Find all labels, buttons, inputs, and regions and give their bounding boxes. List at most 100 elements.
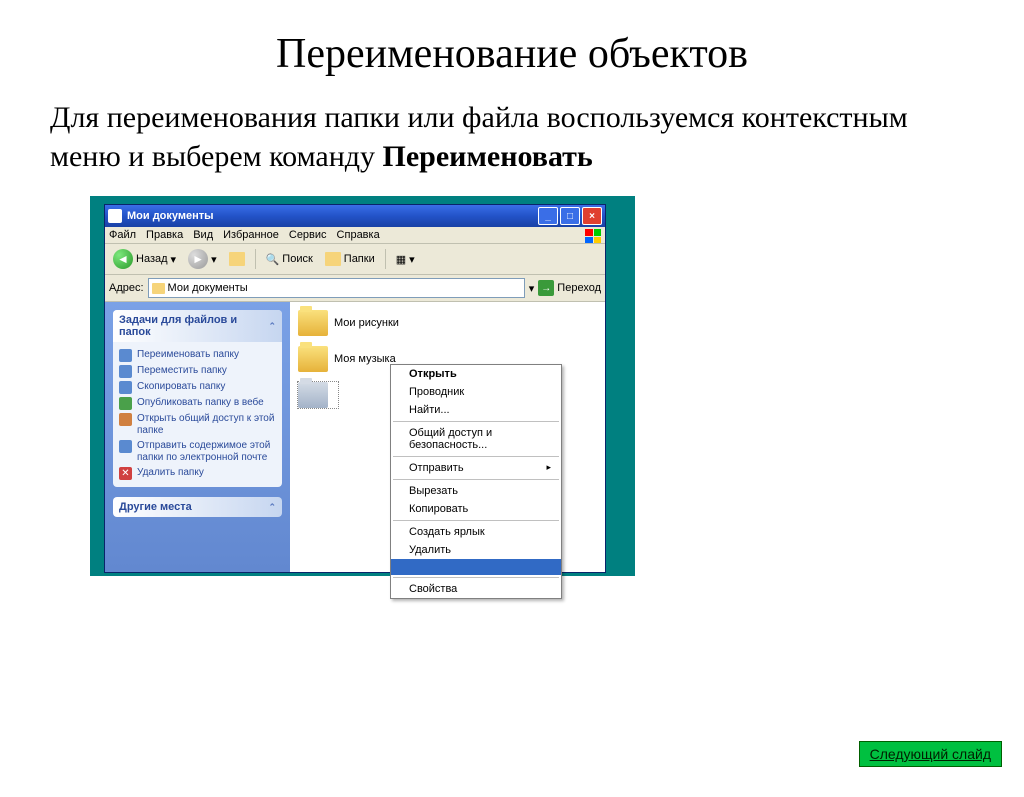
window-buttons: _ □ × xyxy=(538,207,602,225)
window-icon xyxy=(108,209,122,223)
menu-favorites[interactable]: Избранное xyxy=(223,229,279,241)
menu-file[interactable]: Файл xyxy=(109,229,136,241)
task-label: Опубликовать папку в вебе xyxy=(137,397,264,409)
ctx-share[interactable]: Общий доступ и безопасность... xyxy=(391,424,561,454)
ctx-divider xyxy=(393,479,559,480)
menu-tools[interactable]: Сервис xyxy=(289,229,327,241)
presentation-slide: Переименование объектов Для переименован… xyxy=(0,30,1024,797)
places-panel-header[interactable]: Другие места ⌃ xyxy=(113,497,282,517)
folder-label: Мои рисунки xyxy=(334,317,399,329)
email-icon xyxy=(119,440,132,453)
screenshot-container: Мои документы _ □ × Файл Правка Вид Избр… xyxy=(90,196,635,576)
task-delete[interactable]: ✕Удалить папку xyxy=(119,467,276,480)
up-button[interactable] xyxy=(225,250,249,268)
address-value: Мои документы xyxy=(168,282,248,294)
views-button[interactable]: ▦ ▾ xyxy=(392,251,419,268)
slide-body: Для переименования папки или файла воспо… xyxy=(50,98,984,176)
places-panel-title: Другие места xyxy=(119,501,192,513)
tasks-panel-title: Задачи для файлов и папок xyxy=(119,314,268,338)
go-label: Переход xyxy=(557,282,601,294)
tasks-panel-body: Переименовать папку Переместить папку Ск… xyxy=(113,342,282,487)
folder-icon xyxy=(298,382,328,408)
ctx-divider xyxy=(393,577,559,578)
task-label: Удалить папку xyxy=(137,467,204,479)
views-icon: ▦ xyxy=(396,253,406,266)
window-titlebar: Мои документы _ □ × xyxy=(105,205,605,227)
minimize-button[interactable]: _ xyxy=(538,207,558,225)
search-icon: 🔍 xyxy=(266,253,280,266)
folders-button[interactable]: Папки xyxy=(321,250,379,268)
back-button[interactable]: ◄ Назад ▾ xyxy=(109,247,180,271)
ctx-rename-highlighted[interactable] xyxy=(391,559,561,575)
ctx-divider xyxy=(393,456,559,457)
ctx-divider xyxy=(393,520,559,521)
menu-help[interactable]: Справка xyxy=(337,229,380,241)
windows-logo-icon xyxy=(585,229,601,243)
collapse-icon: ⌃ xyxy=(268,321,276,332)
ctx-open[interactable]: Открыть xyxy=(391,365,561,383)
folders-label: Папки xyxy=(344,253,375,265)
folder-label: Моя музыка xyxy=(334,353,396,365)
places-panel: Другие места ⌃ xyxy=(113,497,282,517)
forward-arrow-icon: ► xyxy=(188,249,208,269)
folder-item-pictures[interactable]: Мои рисунки xyxy=(298,310,597,336)
ctx-shortcut[interactable]: Создать ярлык xyxy=(391,523,561,541)
search-label: Поиск xyxy=(282,253,312,265)
menu-edit[interactable]: Правка xyxy=(146,229,183,241)
publish-icon xyxy=(119,397,132,410)
back-arrow-icon: ◄ xyxy=(113,249,133,269)
tasks-panel: Задачи для файлов и папок ⌃ Переименоват… xyxy=(113,310,282,487)
separator xyxy=(385,249,386,269)
maximize-button[interactable]: □ xyxy=(560,207,580,225)
task-share[interactable]: Открыть общий доступ к этой папке xyxy=(119,413,276,437)
ctx-copy[interactable]: Копировать xyxy=(391,500,561,518)
task-publish[interactable]: Опубликовать папку в вебе xyxy=(119,397,276,410)
task-email[interactable]: Отправить содержимое этой папки по элект… xyxy=(119,440,276,464)
task-move[interactable]: Переместить папку xyxy=(119,365,276,378)
ctx-sendto[interactable]: Отправить xyxy=(391,459,561,477)
share-icon xyxy=(119,413,132,426)
task-label: Скопировать папку xyxy=(137,381,225,393)
menu-bar: Файл Правка Вид Избранное Сервис Справка xyxy=(105,227,605,244)
task-label: Переместить папку xyxy=(137,365,227,377)
ctx-divider xyxy=(393,421,559,422)
sidebar: Задачи для файлов и папок ⌃ Переименоват… xyxy=(105,302,290,572)
context-menu: Открыть Проводник Найти... Общий доступ … xyxy=(390,364,562,599)
toolbar: ◄ Назад ▾ ► ▾ 🔍 Поиск Папк xyxy=(105,244,605,275)
address-input[interactable]: Мои документы xyxy=(148,278,525,298)
task-copy[interactable]: Скопировать папку xyxy=(119,381,276,394)
menu-view[interactable]: Вид xyxy=(193,229,213,241)
ctx-explorer[interactable]: Проводник xyxy=(391,383,561,401)
tasks-panel-header[interactable]: Задачи для файлов и папок ⌃ xyxy=(113,310,282,342)
task-label: Переименовать папку xyxy=(137,349,239,361)
ctx-properties[interactable]: Свойства xyxy=(391,580,561,598)
dropdown-icon: ▾ xyxy=(171,253,177,266)
forward-button[interactable]: ► ▾ xyxy=(184,247,221,271)
dropdown-icon: ▾ xyxy=(409,253,415,266)
folders-icon xyxy=(325,252,341,266)
slide-title: Переименование объектов xyxy=(0,30,1024,78)
move-icon xyxy=(119,365,132,378)
window-title: Мои документы xyxy=(127,210,538,222)
separator xyxy=(255,249,256,269)
address-dropdown-icon[interactable]: ▾ xyxy=(529,282,535,295)
folder-up-icon xyxy=(229,252,245,266)
task-label: Отправить содержимое этой папки по элект… xyxy=(137,440,276,464)
ctx-find[interactable]: Найти... xyxy=(391,401,561,419)
go-button[interactable]: → Переход xyxy=(538,280,601,296)
search-button[interactable]: 🔍 Поиск xyxy=(262,251,317,268)
address-bar: Адрес: Мои документы ▾ → Переход xyxy=(105,275,605,302)
task-label: Открыть общий доступ к этой папке xyxy=(137,413,276,437)
address-folder-icon xyxy=(152,283,165,294)
task-rename[interactable]: Переименовать папку xyxy=(119,349,276,362)
ctx-delete[interactable]: Удалить xyxy=(391,541,561,559)
folder-icon xyxy=(298,310,328,336)
next-slide-button[interactable]: Следующий слайд xyxy=(859,741,1002,767)
go-icon: → xyxy=(538,280,554,296)
back-label: Назад xyxy=(136,253,168,265)
address-label: Адрес: xyxy=(109,282,144,294)
ctx-cut[interactable]: Вырезать xyxy=(391,482,561,500)
close-button[interactable]: × xyxy=(582,207,602,225)
body-text-bold: Переименовать xyxy=(383,140,593,173)
folder-item-selected[interactable] xyxy=(298,382,338,408)
